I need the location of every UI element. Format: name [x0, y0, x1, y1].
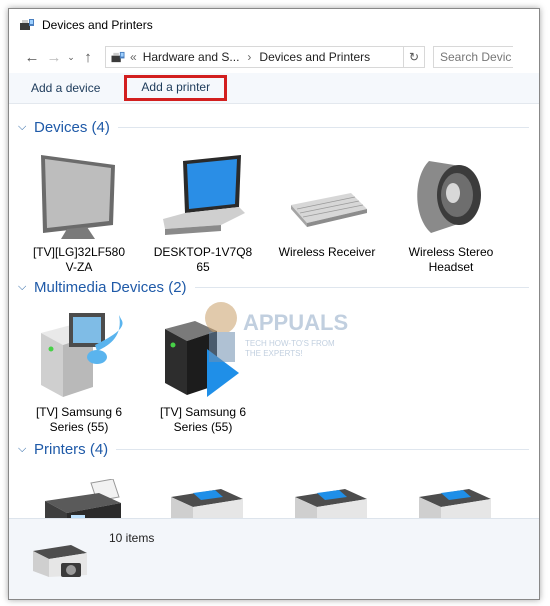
tv-icon: [41, 155, 115, 239]
device-label-line2: 65: [196, 260, 210, 274]
group-divider: [116, 448, 529, 450]
device-label-line2: Headset: [428, 260, 474, 274]
printer-item-fax[interactable]: [33, 479, 133, 521]
search-input[interactable]: Search Devic: [433, 46, 513, 68]
recent-locations-chevron-icon[interactable]: ⌄: [65, 52, 77, 63]
group-title-printers: Printers (4): [34, 440, 109, 458]
device-label-line1: [TV][LG]32LF580: [32, 245, 126, 259]
devices-printers-icon: [20, 19, 34, 30]
watermark-tagline-2: THE EXPERTS!: [245, 349, 303, 358]
keyboard-icon: [291, 193, 367, 227]
breadcrumb-overflow[interactable]: «: [130, 50, 137, 64]
group-title-devices: Devices (4): [34, 118, 110, 136]
printer-icon: [419, 489, 491, 521]
breadcrumb-devices-printers[interactable]: Devices and Printers: [259, 50, 370, 64]
device-list: ⌵ Devices (4) [TV][LG]32LF580 V-ZA DESKT…: [9, 113, 539, 521]
media-label-line1: [TV] Samsung 6: [159, 405, 247, 419]
address-devices-icon: [111, 51, 125, 62]
add-printer-button[interactable]: Add a printer: [124, 75, 228, 101]
address-bar-row: ← → ⌄ ↑ « Hardware and S... › Devices an…: [9, 41, 539, 73]
fax-printer-icon: [45, 479, 121, 521]
group-title-multimedia: Multimedia Devices (2): [34, 278, 187, 296]
group-header-devices[interactable]: ⌵ Devices (4): [9, 117, 539, 137]
devices-printers-large-icon: [33, 545, 87, 577]
address-field[interactable]: « Hardware and S... › Devices and Printe…: [105, 46, 425, 68]
collapse-chevron-icon[interactable]: ⌵: [18, 121, 32, 134]
printer-icon: [171, 489, 243, 521]
back-arrow-icon[interactable]: ←: [21, 49, 43, 66]
laptop-icon: [163, 155, 245, 235]
appuals-watermark-logo: APPUALS TECH HOW-TO'S FROM THE EXPERTS!: [205, 302, 348, 362]
watermark-tagline-1: TECH HOW-TO'S FROM: [245, 339, 335, 348]
speaker-icon: [417, 161, 481, 233]
up-arrow-icon[interactable]: ↑: [77, 49, 99, 66]
collapse-chevron-icon[interactable]: ⌵: [18, 281, 32, 294]
device-label-line1: DESKTOP-1V7Q8: [153, 245, 253, 259]
forward-arrow-icon[interactable]: →: [43, 49, 65, 66]
collapse-chevron-icon[interactable]: ⌵: [18, 443, 32, 456]
device-label-line1: Wireless Receiver: [278, 245, 376, 259]
printer-item-2[interactable]: [157, 485, 257, 521]
add-device-button[interactable]: Add a device: [21, 76, 110, 100]
item-count: 10 items: [109, 531, 155, 545]
device-item-tv[interactable]: [TV][LG]32LF580 V-ZA: [29, 147, 129, 275]
watermark-brand: APPUALS: [243, 310, 348, 335]
device-label-line1: Wireless Stereo: [408, 245, 494, 259]
details-pane: 10 items: [9, 518, 539, 599]
printer-icon: [295, 489, 367, 521]
device-item-headset[interactable]: Wireless Stereo Headset: [401, 147, 501, 275]
printer-item-3[interactable]: [281, 485, 381, 521]
group-divider: [117, 126, 529, 128]
device-label-line2: V-ZA: [65, 260, 93, 274]
media-item-samsung-1[interactable]: [TV] Samsung 6 Series (55): [29, 305, 129, 435]
command-bar: Add a device Add a printer: [9, 73, 539, 104]
breadcrumb-hardware[interactable]: Hardware and S...: [143, 50, 240, 64]
media-server-icon: [41, 313, 123, 397]
window-title: Devices and Printers: [42, 18, 153, 32]
device-item-laptop[interactable]: DESKTOP-1V7Q8 65: [153, 147, 253, 275]
devices-printers-window: Devices and Printers ← → ⌄ ↑ « Hardware …: [8, 8, 540, 600]
breadcrumb-separator-icon[interactable]: ›: [247, 50, 251, 64]
device-item-wireless-receiver[interactable]: Wireless Receiver: [277, 147, 377, 260]
media-label-line1: [TV] Samsung 6: [35, 405, 123, 419]
group-header-printers[interactable]: ⌵ Printers (4): [9, 439, 539, 459]
media-label-line2: Series (55): [173, 420, 233, 434]
title-bar: Devices and Printers: [9, 9, 539, 41]
refresh-icon[interactable]: ↻: [403, 47, 424, 67]
media-label-line2: Series (55): [49, 420, 109, 434]
printer-item-4[interactable]: [405, 485, 505, 521]
